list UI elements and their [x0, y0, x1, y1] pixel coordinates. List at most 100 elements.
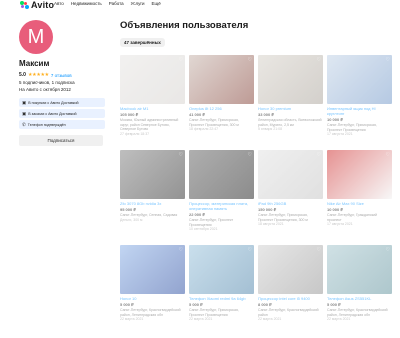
listing-date: Деньги, 300 м — [120, 217, 143, 222]
favorite-heart-icon[interactable]: ♡ — [248, 247, 252, 253]
listing-card[interactable]: ♡ Процессор intel core i5 9400 8 000 ₽ Санк… — [258, 245, 323, 338]
listing-location: Санкт-Петербург, Красногвардейский район… — [120, 308, 181, 317]
favorite-heart-icon[interactable]: ♡ — [317, 57, 321, 63]
listing-price: 150 000 ₽ — [258, 207, 277, 212]
badge-orders-delivery: ▣ В заказах с Авито Доставкой — [19, 109, 105, 119]
nav-auto[interactable]: Авто — [54, 1, 64, 6]
listing-title[interactable]: Honor 10 — [120, 296, 185, 301]
favorite-heart-icon[interactable]: ♡ — [386, 247, 390, 253]
listing-card[interactable]: ♡ Honor 10 5 000 ₽ Санкт-Петербург, Красног… — [120, 245, 185, 338]
listing-date: 22 марта 2021 — [258, 317, 282, 322]
listing-photo[interactable]: ♡ — [120, 55, 185, 104]
delivery-box-icon: ▣ — [22, 99, 27, 105]
nav-more[interactable]: Ещё — [151, 1, 160, 6]
listing-photo[interactable]: ♡ — [120, 245, 185, 294]
listing-price: 5 000 ₽ — [327, 302, 341, 307]
listing-date: 18 августа 2021 — [258, 222, 284, 227]
listing-photo[interactable]: ♡ — [258, 55, 323, 104]
favorite-heart-icon[interactable]: ♡ — [248, 57, 252, 63]
listing-location: Санкт-Петербург, Красногвардейский район — [258, 308, 319, 317]
listing-title[interactable]: Процессор, материнская плата, оперативна… — [189, 201, 254, 211]
listing-title[interactable]: iPad 9th 256GB — [258, 201, 323, 206]
logo-text: Avito — [31, 0, 55, 10]
listing-card[interactable]: ♡ Инвентарный ящик под HI круглтинг 10 000… — [327, 55, 392, 148]
listing-photo[interactable]: ♡ — [120, 150, 185, 199]
listing-title[interactable]: Телефон Xiaomi redmi 9a 64gb — [189, 296, 254, 301]
listing-price: 105 000 ₽ — [120, 112, 139, 117]
tab-completed[interactable]: 47 завершённых — [120, 38, 165, 47]
listing-price: 10 000 ₽ — [327, 207, 343, 212]
listing-photo[interactable]: ♡ — [258, 150, 323, 199]
phone-check-icon: ✆ — [22, 121, 26, 127]
listing-location: Санкт-Петербург, Красногвардейский район… — [327, 308, 388, 317]
listing-price: 22 000 ₽ — [189, 212, 205, 217]
profile-sidebar: М Максим 5.0 ★★★★★ 7 отзывов 5 подписчик… — [19, 20, 105, 147]
favorite-heart-icon[interactable]: ♡ — [248, 152, 252, 158]
listing-title[interactable]: Zfo 3070 8Gb nvidia 3x — [120, 201, 185, 206]
listing-title[interactable]: Macbook air M1 — [120, 106, 185, 111]
listing-photo[interactable]: ♡ — [327, 150, 392, 199]
favorite-heart-icon[interactable]: ♡ — [317, 247, 321, 253]
listing-card[interactable]: ♡ Zfo 3070 8Gb nvidia 3x 95 000 ₽ Санкт-Пет… — [120, 150, 185, 243]
nav-services[interactable]: Услуги — [131, 1, 145, 6]
nav-realty[interactable]: Недвижимость — [71, 1, 102, 6]
listing-price: 5 000 ₽ — [120, 302, 134, 307]
favorite-heart-icon[interactable]: ♡ — [179, 152, 183, 158]
favorite-heart-icon[interactable]: ♡ — [179, 247, 183, 253]
listing-location: Санкт-Петербург, Гражданский проспект — [327, 213, 378, 222]
listing-date: 17 августа 2021 — [327, 222, 353, 227]
listing-date: 5 января 21:08 — [258, 127, 283, 132]
avito-logo[interactable]: Avito — [20, 0, 54, 10]
listing-location: Санкт-Петербург, Сенная, Садовая — [120, 213, 178, 217]
avito-logo-icon — [20, 1, 29, 9]
reviews-link[interactable]: 7 отзывов — [51, 73, 72, 78]
listing-title[interactable]: Процессор intel core i5 9400 — [258, 296, 323, 301]
listing-photo[interactable]: ♡ — [327, 245, 392, 294]
listing-card[interactable]: ♡ Телефон Asus ZS551KL 5 000 ₽ Санкт-Петерб… — [327, 245, 392, 338]
member-since: На Авито с октября 2012 — [19, 86, 71, 92]
listing-price: 5 000 ₽ — [189, 302, 203, 307]
listing-card[interactable]: ♡ Macbook air M1 105 000 ₽ Москва, Южный ад… — [120, 55, 185, 148]
favorite-heart-icon[interactable]: ♡ — [386, 57, 390, 63]
listing-price: 95 000 ₽ — [120, 207, 136, 212]
listing-title[interactable]: Oneplus 8t 12 256 — [189, 106, 254, 111]
listing-title[interactable]: Honor 30 premium — [258, 106, 323, 111]
listing-card[interactable]: ♡ Телефон Xiaomi redmi 9a 64gb 5 000 ₽ Санк… — [189, 245, 254, 338]
listing-photo[interactable]: ♡ — [189, 245, 254, 294]
listing-photo[interactable]: ♡ — [258, 245, 323, 294]
listings-header: Объявления пользователя 47 завершённых — [120, 20, 392, 49]
listing-card[interactable]: ♡ iPad 9th 256GB 150 000 ₽ Санкт-Петербург,… — [258, 150, 323, 243]
listing-price: 10 000 ₽ — [327, 117, 343, 122]
listing-card[interactable]: ♡ Oneplus 8t 12 256 41 000 ₽ Санкт-Петербур… — [189, 55, 254, 148]
listing-photo[interactable]: ♡ — [189, 150, 254, 199]
listing-date: 27 февраля 18:37 — [120, 131, 150, 136]
badge-label: В покупках с Авито Доставкой — [28, 100, 79, 105]
user-name: Максим — [19, 59, 50, 68]
listing-card[interactable]: ♡ Honor 30 premium 33 000 ₽ Ленинградская о… — [258, 55, 323, 148]
listing-card[interactable]: ♡ Nike Air Max 90 Size 10 000 ₽ Санкт-Петер… — [327, 150, 392, 243]
badge-purchases-delivery: ▣ В покупках с Авито Доставкой — [19, 98, 105, 108]
subscribe-button[interactable]: Подписаться — [19, 135, 103, 147]
top-navigation-bar: Avito Авто Недвижимость Работа Услуги Ещ… — [0, 0, 400, 10]
favorite-heart-icon[interactable]: ♡ — [386, 152, 390, 158]
listing-location: Санкт-Петербург, Приморская, Проспект Пр… — [189, 308, 239, 317]
listing-card[interactable]: ♡ Процессор, материнская плата, оперативн… — [189, 150, 254, 243]
avatar: М — [19, 20, 53, 54]
listing-price: 8 000 ₽ — [258, 302, 272, 307]
page-title: Объявления пользователя — [120, 20, 249, 31]
listing-location: Ленинградская область, Всеволожский райо… — [258, 118, 322, 127]
listing-title[interactable]: Nike Air Max 90 Size — [327, 201, 392, 206]
favorite-heart-icon[interactable]: ♡ — [179, 57, 183, 63]
nav-jobs[interactable]: Работа — [109, 1, 124, 6]
listing-location: Санкт-Петербург, Приморская, Проспект Пр… — [189, 118, 239, 127]
listing-title[interactable]: Телефон Asus ZS551KL — [327, 296, 392, 301]
listing-photo[interactable]: ♡ — [327, 55, 392, 104]
favorite-heart-icon[interactable]: ♡ — [317, 152, 321, 158]
listings-grid: ♡ Macbook air M1 105 000 ₽ Москва, Южный ад… — [120, 55, 392, 338]
listing-title[interactable]: Инвентарный ящик под HI круглтинг — [327, 106, 392, 116]
listing-photo[interactable]: ♡ — [189, 55, 254, 104]
badge-label: Телефон подтверждён — [27, 122, 66, 127]
badge-phone-verified: ✆ Телефон подтверждён — [19, 120, 105, 130]
listing-location: Санкт-Петербург, Проспект Просвещения — [189, 218, 234, 227]
main-nav: Авто Недвижимость Работа Услуги Ещё — [54, 1, 161, 6]
